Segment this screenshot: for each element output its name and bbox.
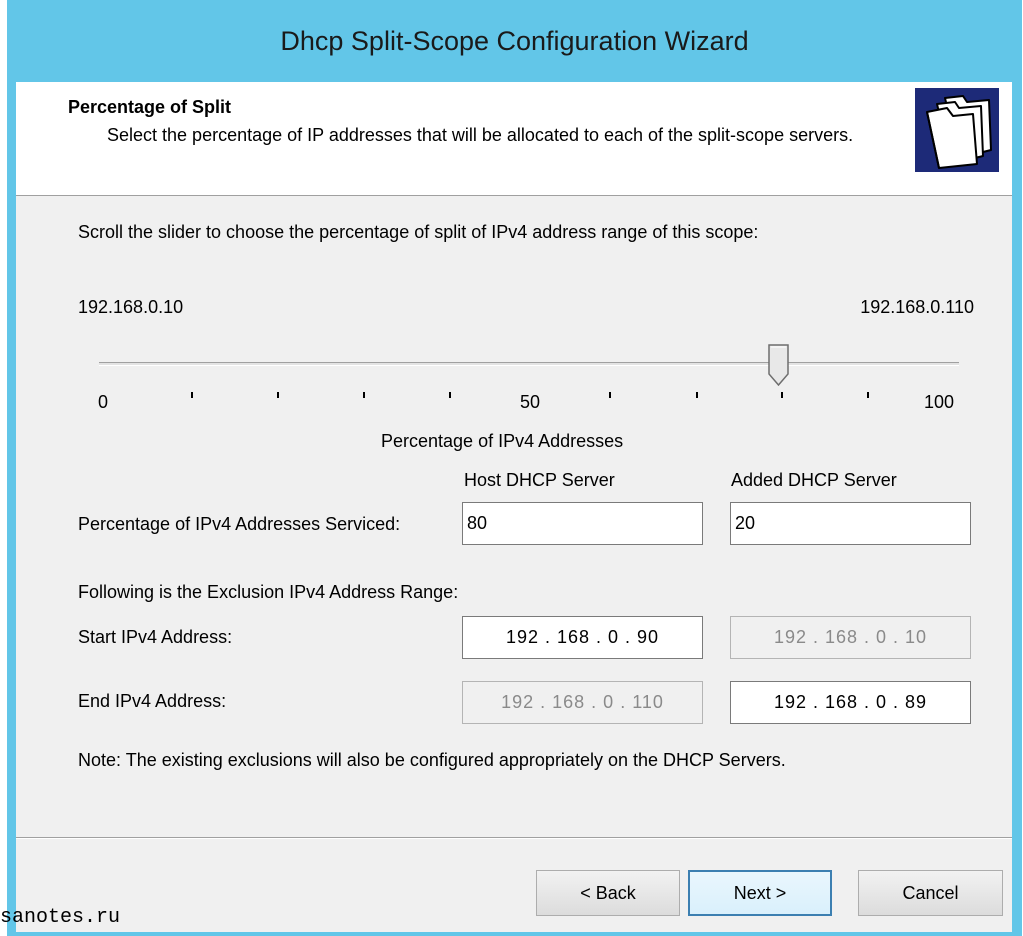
added-end-ip-field[interactable]: 192 . 168 . 0 . 89 [730,681,971,724]
page-subtitle: Select the percentage of IP addresses th… [107,125,854,145]
host-percentage-input[interactable] [462,502,703,545]
host-start-ip-field[interactable]: 192 . 168 . 0 . 90 [462,616,703,659]
slider-label-max: 100 [924,392,955,412]
wizard-window: Dhcp Split-Scope Configuration Wizard Pe… [7,0,1022,936]
wizard-header: Percentage of Split Select the percentag… [16,82,1012,196]
page-title: Percentage of Split [68,97,232,117]
start-address-label: Start IPv4 Address: [78,627,233,647]
back-button[interactable]: < Back [536,870,680,916]
slider-tick [449,392,451,398]
range-start-label: 192.168.0.10 [78,297,184,317]
host-server-column-header: Host DHCP Server [464,470,615,490]
range-end-label: 192.168.0.110 [860,297,974,317]
slider-tick [781,392,783,398]
slider-tick [363,392,365,398]
added-percentage-input[interactable] [730,502,971,545]
footer-separator [16,837,1012,839]
slider-tick [277,392,279,398]
slider-caption: Percentage of IPv4 Addresses [381,431,624,451]
split-slider-thumb[interactable] [768,344,789,387]
serviced-label: Percentage of IPv4 Addresses Serviced: [78,514,401,534]
slider-tick [696,392,698,398]
note-text: Note: The existing exclusions will also … [78,750,786,770]
next-button[interactable]: Next > [688,870,832,916]
slider-tick [867,392,869,398]
added-start-ip-field: 192 . 168 . 0 . 10 [730,616,971,659]
wizard-client-area: Percentage of Split Select the percentag… [16,82,1012,932]
split-slider-track[interactable] [99,362,959,366]
slider-label-min: 0 [98,392,109,412]
instructions-text: Scroll the slider to choose the percenta… [78,222,759,242]
window-title: Dhcp Split-Scope Configuration Wizard [280,25,749,56]
slider-tick [609,392,611,398]
host-end-ip-field: 192 . 168 . 0 . 110 [462,681,703,724]
added-server-column-header: Added DHCP Server [731,470,897,490]
end-address-label: End IPv4 Address: [78,691,227,711]
slider-label-mid: 50 [520,392,541,412]
watermark: sanotes.ru [0,906,121,929]
folders-icon [915,88,999,172]
slider-tick [191,392,193,398]
cancel-button[interactable]: Cancel [858,870,1003,916]
exclusion-heading: Following is the Exclusion IPv4 Address … [78,582,459,602]
